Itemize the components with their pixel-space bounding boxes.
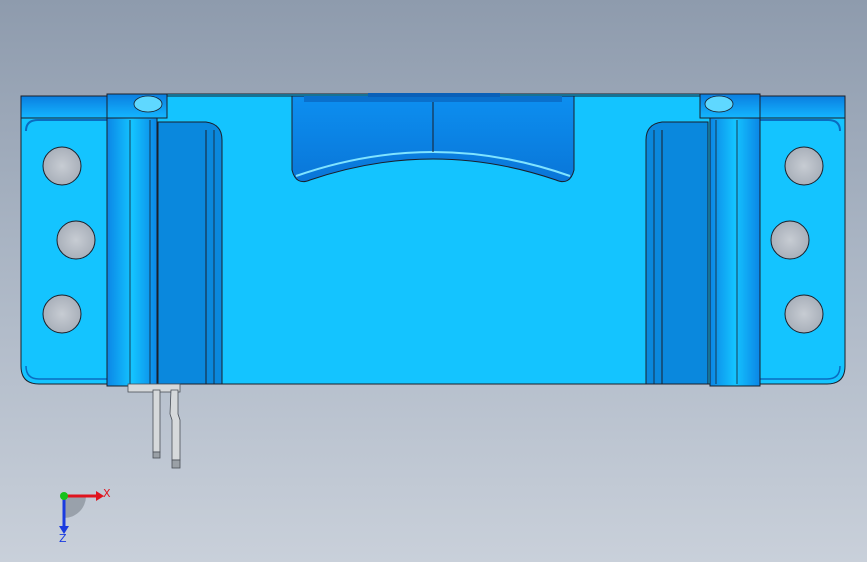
y-axis-dot <box>60 492 68 500</box>
mounting-hole[interactable] <box>42 146 82 186</box>
left-post-body <box>106 115 158 387</box>
left-channel[interactable] <box>157 121 223 385</box>
center-block <box>106 93 761 387</box>
mounting-hole[interactable] <box>784 294 824 334</box>
z-axis-label: Z <box>59 532 67 545</box>
triad-shadow-arc <box>64 496 86 518</box>
left-post-cap-highlight <box>133 95 163 113</box>
right-post-body <box>709 115 761 387</box>
graphics-viewport[interactable]: X Z <box>0 0 867 562</box>
coordinate-triad[interactable]: X Z <box>59 487 111 545</box>
mounting-hole[interactable] <box>784 146 824 186</box>
ejector-pin-stepped <box>169 389 181 461</box>
ejector-pin-tip <box>152 451 161 459</box>
ejector-pins[interactable] <box>127 383 181 469</box>
mounting-hole[interactable] <box>770 220 810 260</box>
ejector-pin-tip <box>171 459 181 469</box>
x-axis-label: X <box>103 487 111 500</box>
mounting-hole[interactable] <box>42 294 82 334</box>
cad-model-canvas[interactable]: X Z <box>0 0 867 562</box>
ejector-pin <box>152 389 161 453</box>
mounting-hole[interactable] <box>56 220 96 260</box>
top-groove <box>368 93 500 97</box>
right-channel[interactable] <box>645 121 709 385</box>
right-post-cap-highlight <box>704 95 734 113</box>
